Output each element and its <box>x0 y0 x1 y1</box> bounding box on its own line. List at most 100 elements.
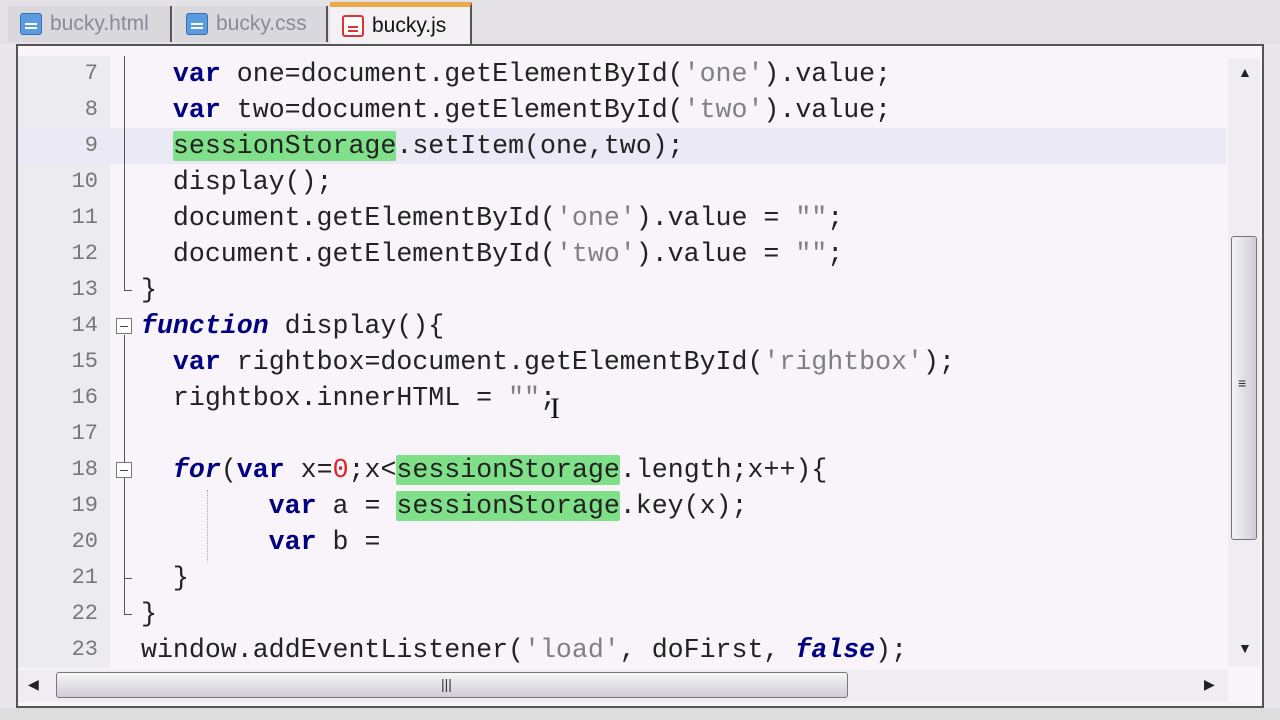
code-token: .length;x++){ <box>619 455 828 485</box>
line-number: 23 <box>71 637 98 662</box>
code-token: .key(x); <box>619 491 748 521</box>
code-line[interactable]: 14 function display(){ <box>18 308 1226 344</box>
scroll-down-arrow-icon[interactable]: ▼ <box>1238 640 1252 656</box>
search-highlight-token: sessionStorage <box>396 491 620 521</box>
save-disk-icon <box>186 13 208 35</box>
line-number: 20 <box>71 529 98 554</box>
code-token: rightbox=document.getElementById( <box>220 347 764 377</box>
number-token: 0 <box>332 455 349 485</box>
code-token: ); <box>923 347 955 377</box>
scroll-up-arrow-icon[interactable]: ▲ <box>1238 64 1252 80</box>
fold-collapse-icon[interactable] <box>116 318 132 334</box>
scroll-left-arrow-icon[interactable]: ◀ <box>28 676 39 693</box>
code-line[interactable]: 17 <box>18 416 1226 452</box>
string-token: 'two' <box>683 95 764 125</box>
code-token: one=document.getElementById( <box>220 59 684 89</box>
code-line[interactable]: 18 for(var x=0;x<sessionStorage.length;x… <box>18 452 1226 488</box>
string-token: 'load' <box>524 635 620 665</box>
code-line[interactable]: 10 display(); <box>18 164 1226 200</box>
keyword-token: for <box>172 455 221 485</box>
code-text: var b = <box>141 524 381 560</box>
keyword-token: var <box>268 491 317 521</box>
line-number: 16 <box>71 385 98 410</box>
code-text: var two=document.getElementById('two').v… <box>141 92 891 128</box>
code-text: window.addEventListener('load', doFirst,… <box>141 632 907 668</box>
code-line[interactable]: 12 document.getElementById('two').value … <box>18 236 1226 272</box>
code-token: .setItem(one,two); <box>396 131 684 161</box>
code-line[interactable]: 7 var one=document.getElementById('one')… <box>18 56 1226 92</box>
line-number: 15 <box>71 349 98 374</box>
grip-icon: ≡ <box>1238 375 1247 391</box>
tab-bucky-html[interactable]: bucky.html <box>8 6 172 42</box>
line-number: 11 <box>71 205 98 230</box>
horizontal-scroll-thumb[interactable]: ||| <box>56 672 848 698</box>
code-line[interactable]: 22} <box>18 596 1226 632</box>
tab-label: bucky.html <box>50 12 149 35</box>
code-line[interactable]: 23 window.addEventListener('load', doFirs… <box>18 632 1226 668</box>
code-token: window.addEventListener( <box>141 635 525 665</box>
code-token: ).value = <box>635 239 796 269</box>
horizontal-scrollbar[interactable]: ◀ ||| ▶ <box>18 670 1228 702</box>
indent-guide <box>207 490 208 562</box>
vertical-scroll-thumb[interactable]: ≡ <box>1231 236 1257 540</box>
code-text: display(); <box>141 164 333 200</box>
code-text: rightbox.innerHTML = ""; <box>141 380 556 416</box>
code-line[interactable]: 15 var rightbox=document.getElementById(… <box>18 344 1226 380</box>
code-line[interactable]: 21 } <box>18 560 1226 596</box>
code-line[interactable]: 19 var a = sessionStorage.key(x); <box>18 488 1226 524</box>
code-token: ).value; <box>763 95 892 125</box>
code-token: ; <box>827 239 844 269</box>
tab-bar: bucky.html bucky.css bucky.js <box>0 0 1280 44</box>
vertical-scrollbar[interactable]: ▲ ≡ ▼ <box>1228 58 1260 666</box>
code-token: rightbox.innerHTML = <box>141 383 509 413</box>
code-token: b = <box>316 527 381 557</box>
code-text: document.getElementById('one').value = "… <box>141 200 843 236</box>
save-disk-modified-icon <box>342 14 364 37</box>
string-token: 'one' <box>683 59 764 89</box>
code-token: ; <box>827 203 844 233</box>
code-line[interactable]: 11 document.getElementById('one').value … <box>18 200 1226 236</box>
line-number: 8 <box>84 97 98 122</box>
fold-collapse-icon[interactable] <box>116 462 132 478</box>
keyword-token: var <box>268 527 317 557</box>
code-line[interactable]: 16 rightbox.innerHTML = ""; <box>18 380 1226 416</box>
line-number: 14 <box>71 313 98 338</box>
code-line[interactable]: 13} <box>18 272 1226 308</box>
code-token: ;x< <box>348 455 397 485</box>
code-line[interactable]: 9 sessionStorage.setItem(one,two); <box>18 128 1226 164</box>
scroll-right-arrow-icon[interactable]: ▶ <box>1204 676 1215 693</box>
code-token: } <box>141 275 157 305</box>
tab-label: bucky.css <box>216 12 307 35</box>
code-token: x= <box>284 455 333 485</box>
search-highlight-token: sessionStorage <box>172 131 397 161</box>
code-text: } <box>141 560 189 596</box>
fold-end-marker <box>124 614 132 615</box>
status-strip <box>0 708 1280 720</box>
string-token: "" <box>508 383 540 413</box>
keyword-token: var <box>172 59 221 89</box>
code-text: var rightbox=document.getElementById('ri… <box>141 344 955 380</box>
keyword-token: false <box>795 635 876 665</box>
line-number: 18 <box>71 457 98 482</box>
code-text: } <box>141 596 157 632</box>
code-text: } <box>141 272 157 308</box>
tab-bucky-css[interactable]: bucky.css <box>174 6 328 42</box>
line-number: 12 <box>71 241 98 266</box>
code-line[interactable]: 8 var two=document.getElementById('two')… <box>18 92 1226 128</box>
string-token: "" <box>795 239 828 269</box>
tab-bucky-js[interactable]: bucky.js <box>330 2 472 44</box>
keyword-token: var <box>236 455 285 485</box>
save-disk-icon <box>20 13 42 35</box>
keyword-token: var <box>172 347 221 377</box>
code-text: function display(){ <box>141 308 444 344</box>
code-token: two=document.getElementById( <box>220 95 684 125</box>
fold-line <box>124 56 125 290</box>
code-token: a = <box>316 491 397 521</box>
code-token: } <box>141 599 157 629</box>
code-line[interactable]: 20 var b = <box>18 524 1226 560</box>
